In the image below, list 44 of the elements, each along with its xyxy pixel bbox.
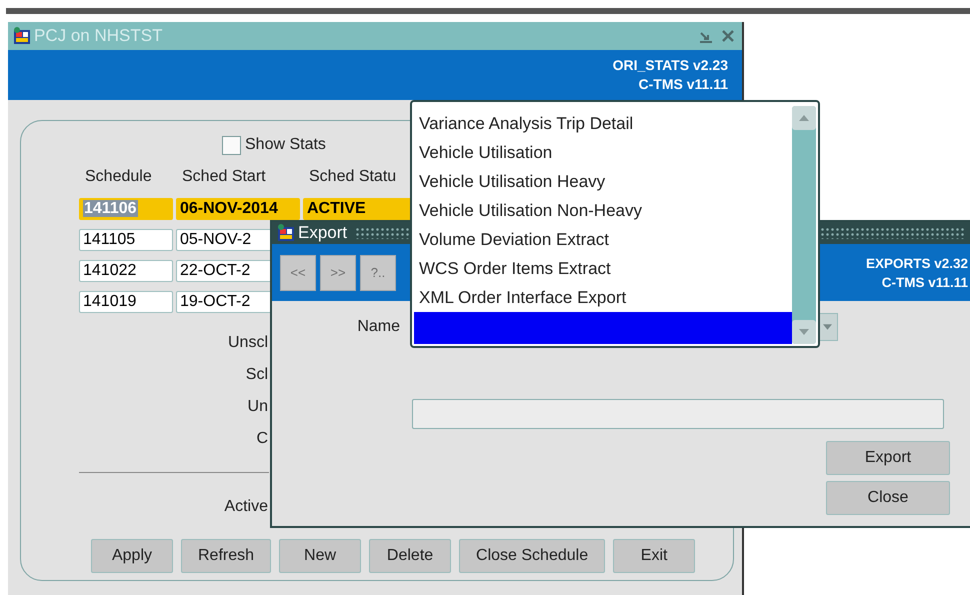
version-label: C-TMS v11.11 [882,274,968,292]
action-button[interactable]: New [279,539,362,573]
list-item[interactable]: Vehicle Utilisation Non-Heavy [414,196,792,225]
action-button[interactable]: Delete [369,539,452,573]
dialog-button[interactable]: Export [826,441,950,475]
checkbox-label: Show Stats [245,136,326,154]
list-item[interactable]: Vehicle Utilisation [414,138,792,167]
version-label: C-TMS v11.11 [638,75,728,94]
window-title: PCJ on NHSTST [34,26,162,46]
checkbox[interactable] [222,136,241,154]
list-item[interactable]: WCS Order Items Extract [414,254,792,283]
table-cell[interactable]: ACTIVE [303,198,413,220]
field-label: C [256,430,268,448]
version-label: ORI_STATS v2.23 [612,56,728,75]
action-button[interactable]: Close Schedule [459,539,606,573]
dialog-button[interactable]: Close [826,481,950,515]
version-label: EXPORTS v2.32 [866,254,968,272]
field-label: Unscl [228,334,268,352]
list-item[interactable]: Variance Analysis Trip Detail [414,109,792,138]
app-icon [276,223,296,243]
input-field[interactable] [412,399,944,429]
table-cell[interactable]: 141022 [79,260,173,282]
field-label: Un [248,398,268,416]
table-cell[interactable]: 141105 [79,229,173,251]
caret-icon [822,324,832,330]
field-label: Scl [246,366,268,384]
table-cell[interactable]: 141019 [79,291,173,313]
action-button[interactable]: Refresh [181,539,272,573]
action-button[interactable]: Exit [613,539,696,573]
scroll-up-icon[interactable] [792,106,816,130]
column-header: Sched Statu [308,168,398,187]
list-item[interactable]: XML Order Interface Export [414,283,792,312]
column-header: Schedule [84,168,153,187]
column-header: Sched Start [181,168,267,187]
close-icon[interactable] [720,28,736,44]
list-item[interactable]: Vehicle Utilisation Heavy [414,167,792,196]
window-title: Export [298,223,348,243]
app-icon [12,26,32,46]
action-button[interactable]: Apply [91,539,173,573]
field-label: Name [356,318,400,336]
scrollbar[interactable] [792,106,816,344]
field-label: Active [224,498,268,516]
table-cell[interactable]: 06-NOV-2014 [176,198,300,220]
list-item[interactable]: Volume Deviation Extract [414,225,792,254]
